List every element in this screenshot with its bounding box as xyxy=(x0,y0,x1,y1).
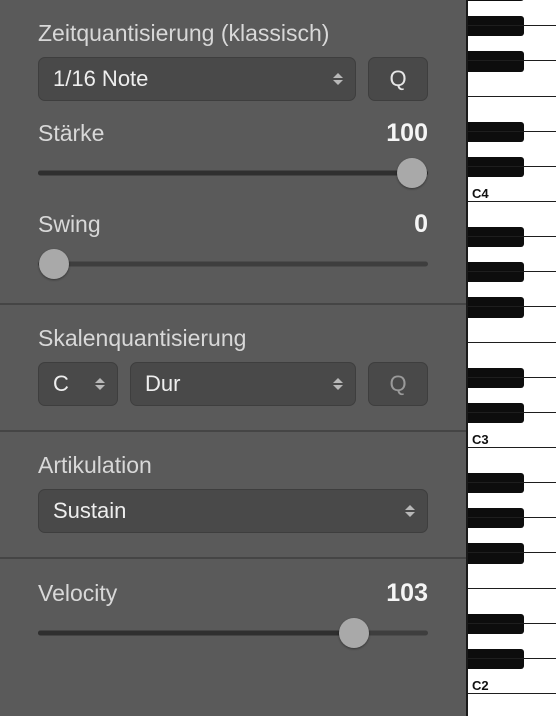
swing-label: Swing xyxy=(38,211,101,238)
piano-octave-label: C2 xyxy=(472,678,489,693)
scale-type-select[interactable]: Dur xyxy=(130,362,356,406)
swing-slider[interactable] xyxy=(38,249,428,279)
scale-root-value: C xyxy=(53,371,69,397)
articulation-value: Sustain xyxy=(53,498,126,524)
scale-quantize-apply-button[interactable]: Q xyxy=(368,362,428,406)
updown-caret-icon xyxy=(331,69,345,89)
scale-quantize-group: Skalenquantisierung C Dur Q xyxy=(0,305,466,432)
articulation-group: Artikulation Sustain xyxy=(0,432,466,559)
swing-value: 0 xyxy=(414,210,428,239)
time-quantize-apply-button[interactable]: Q xyxy=(368,57,428,101)
inspector-panel: Zeitquantisierung (klassisch) 1/16 Note … xyxy=(0,0,466,716)
time-quantize-label: Zeitquantisierung (klassisch) xyxy=(38,20,329,47)
piano-white-key[interactable] xyxy=(468,589,556,624)
scale-quantize-label: Skalenquantisierung xyxy=(38,325,246,352)
time-quantize-group: Zeitquantisierung (klassisch) 1/16 Note … xyxy=(0,0,466,305)
slider-thumb-icon[interactable] xyxy=(339,618,369,648)
scale-root-select[interactable]: C xyxy=(38,362,118,406)
piano-octave-label: C4 xyxy=(472,186,489,201)
piano-white-key[interactable] xyxy=(468,0,556,26)
piano-white-key[interactable] xyxy=(468,448,556,483)
slider-thumb-icon[interactable] xyxy=(397,158,427,188)
time-quantize-value: 1/16 Note xyxy=(53,66,148,92)
updown-caret-icon xyxy=(331,374,345,394)
velocity-slider[interactable] xyxy=(38,618,428,648)
updown-caret-icon xyxy=(93,374,107,394)
updown-caret-icon xyxy=(403,501,417,521)
strength-value: 100 xyxy=(386,119,428,148)
piano-ruler[interactable]: C2 C3 C4 xyxy=(466,0,556,716)
piano-octave-label: C3 xyxy=(472,432,489,447)
velocity-group: Velocity 103 xyxy=(0,559,466,678)
piano-white-key[interactable] xyxy=(468,97,556,132)
time-quantize-select[interactable]: 1/16 Note xyxy=(38,57,356,101)
scale-type-value: Dur xyxy=(145,371,180,397)
velocity-value: 103 xyxy=(386,579,428,608)
piano-white-key[interactable] xyxy=(468,202,556,237)
piano-white-key[interactable] xyxy=(468,343,556,378)
velocity-label: Velocity xyxy=(38,580,117,607)
articulation-label: Artikulation xyxy=(38,452,152,479)
strength-label: Stärke xyxy=(38,120,104,147)
slider-thumb-icon[interactable] xyxy=(39,249,69,279)
piano-white-key[interactable] xyxy=(468,694,556,716)
articulation-select[interactable]: Sustain xyxy=(38,489,428,533)
strength-slider[interactable] xyxy=(38,158,428,188)
